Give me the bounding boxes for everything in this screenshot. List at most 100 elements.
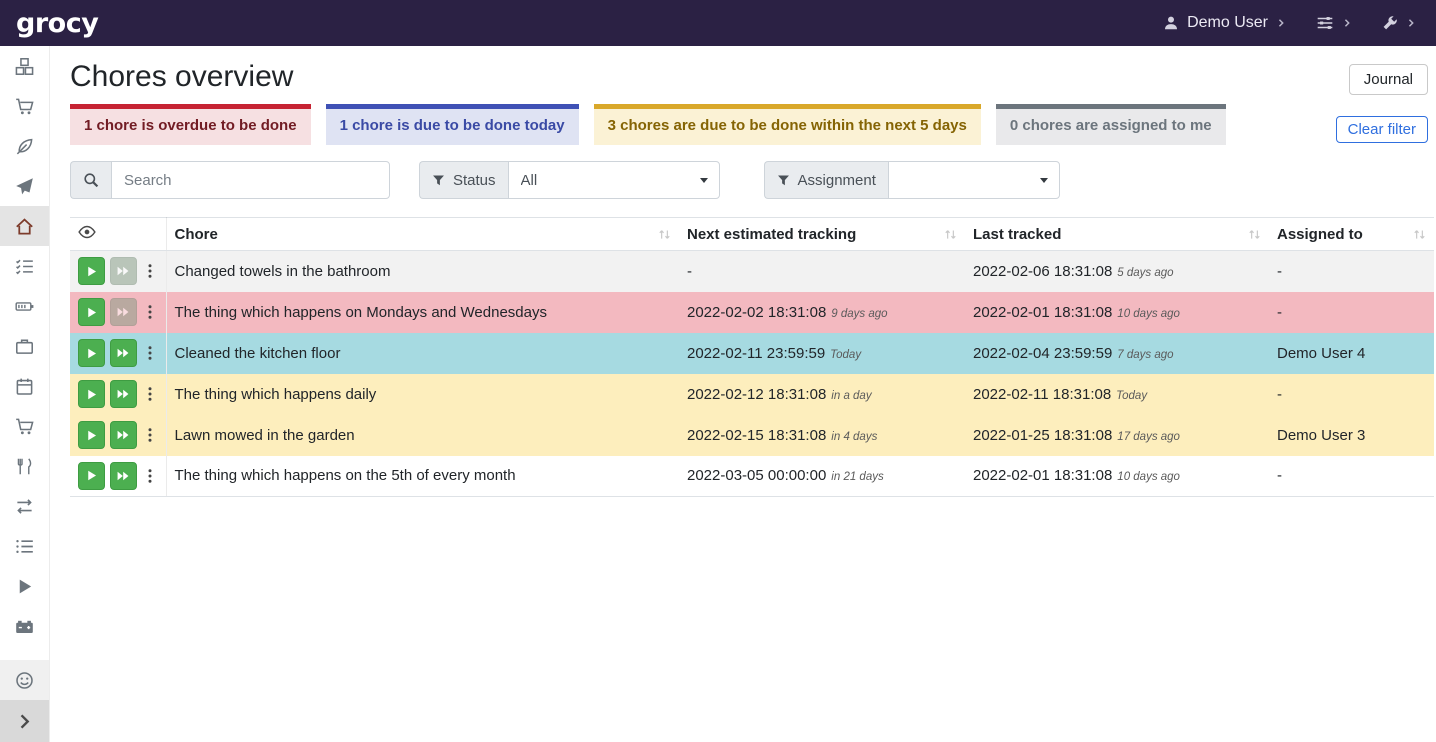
sidebar-item-chore-tracking[interactable]: [0, 566, 49, 606]
chore-name: The thing which happens on the 5th of ev…: [166, 456, 679, 497]
last-tracked-cell: 2022-02-01 18:31:0810 days ago: [965, 456, 1269, 497]
play-icon: [85, 429, 98, 442]
header-last-tracked[interactable]: Last tracked: [965, 218, 1269, 251]
ellipsis-vertical-icon: [142, 263, 158, 279]
paper-plane-icon: [15, 177, 34, 196]
header-next-estimated-tracking[interactable]: Next estimated tracking: [679, 218, 965, 251]
filter-icon: [432, 174, 445, 187]
status-banner-secondary[interactable]: 0 chores are assigned to me: [996, 104, 1226, 145]
fast-forward-icon: [116, 469, 130, 483]
header-chore[interactable]: Chore: [166, 218, 679, 251]
row-menu-button[interactable]: [142, 380, 158, 408]
next-tracking-cell: 2022-02-12 18:31:08in a day: [679, 374, 965, 415]
sidebar-item-recipes[interactable]: [0, 126, 49, 166]
play-icon: [85, 265, 98, 278]
assignment-filter-label: Assignment: [798, 172, 876, 189]
time-ago: Today: [830, 349, 861, 361]
next-tracking-cell: 2022-02-02 18:31:089 days ago: [679, 292, 965, 333]
skip-chore-button[interactable]: [110, 339, 137, 367]
row-menu-button[interactable]: [142, 298, 158, 326]
row-menu-button[interactable]: [142, 257, 158, 285]
chore-row: Cleaned the kitchen floor2022-02-11 23:5…: [70, 333, 1434, 374]
track-chore-button[interactable]: [78, 298, 105, 326]
timestamp: 2022-02-01 18:31:08: [973, 304, 1112, 321]
track-chore-button[interactable]: [78, 339, 105, 367]
user-icon: [1163, 15, 1179, 31]
ellipsis-vertical-icon: [142, 386, 158, 402]
journal-button[interactable]: Journal: [1349, 64, 1428, 95]
row-menu-button[interactable]: [142, 462, 158, 490]
chevron-right-icon: [1276, 18, 1286, 28]
home-icon: [15, 217, 34, 236]
status-banner-warning[interactable]: 3 chores are due to be done within the n…: [594, 104, 981, 145]
status-select-wrap: All: [508, 161, 720, 199]
sidebar-item-tasks[interactable]: [0, 246, 49, 286]
time-ago: in a day: [831, 390, 871, 402]
search-group: [70, 161, 390, 199]
status-banner-info[interactable]: 1 chore is due to be done today: [326, 104, 579, 145]
sidebar-item-inventory[interactable]: [0, 526, 49, 566]
chevron-right-icon: [1406, 18, 1416, 28]
assignment-select[interactable]: [888, 161, 1060, 199]
sidebar-item-collapse-sidebar[interactable]: [0, 700, 49, 742]
skip-chore-button[interactable]: [110, 421, 137, 449]
status-select[interactable]: All: [508, 161, 720, 199]
settings-menu[interactable]: [1316, 14, 1352, 32]
user-menu[interactable]: Demo User: [1163, 14, 1286, 32]
skip-chore-button[interactable]: [110, 380, 137, 408]
next-tracking-cell: 2022-03-05 00:00:00in 21 days: [679, 456, 965, 497]
track-chore-button[interactable]: [78, 257, 105, 285]
top-navbar: grocy Demo User: [0, 0, 1436, 46]
checklist-icon: [15, 257, 34, 276]
list-icon: [15, 537, 34, 556]
chore-name: Lawn mowed in the garden: [166, 415, 679, 456]
last-tracked-cell: 2022-01-25 18:31:0817 days ago: [965, 415, 1269, 456]
timestamp: 2022-02-15 18:31:08: [687, 427, 826, 444]
track-chore-button[interactable]: [78, 380, 105, 408]
column-visibility-header[interactable]: [70, 218, 166, 251]
fast-forward-icon: [116, 264, 130, 278]
exchange-icon: [15, 497, 34, 516]
play-icon: [15, 577, 34, 596]
admin-menu[interactable]: [1382, 15, 1416, 31]
search-icon: [83, 172, 99, 188]
grocy-logo[interactable]: grocy: [16, 8, 98, 39]
track-chore-button[interactable]: [78, 462, 105, 490]
status-banners: 1 chore is overdue to be done 1 chore is …: [70, 104, 1226, 145]
sidebar-item-stock-overview[interactable]: [0, 46, 49, 86]
fast-forward-icon: [116, 346, 130, 360]
sidebar-item-battery-tracking[interactable]: [0, 606, 49, 646]
assignment-filter-addon: Assignment: [764, 161, 888, 199]
row-menu-button[interactable]: [142, 421, 158, 449]
sidebar-item-equipment[interactable]: [0, 326, 49, 366]
main-content: Chores overview Journal 1 chore is overd…: [50, 46, 1436, 742]
assignment-select-wrap: [888, 161, 1060, 199]
chore-row: The thing which happens on Mondays and W…: [70, 292, 1434, 333]
track-chore-button[interactable]: [78, 421, 105, 449]
sidebar-item-transfer[interactable]: [0, 486, 49, 526]
table-header-row: Chore Next estimated tracking Last track…: [70, 218, 1434, 251]
next-tracking-cell: -: [679, 251, 965, 292]
clear-filter-button[interactable]: Clear filter: [1336, 116, 1428, 143]
skip-chore-button[interactable]: [110, 462, 137, 490]
user-menu-label: Demo User: [1187, 14, 1268, 32]
car-battery-icon: [15, 617, 34, 636]
search-input[interactable]: [111, 161, 390, 199]
status-banner-danger[interactable]: 1 chore is overdue to be done: [70, 104, 311, 145]
feather-icon: [15, 137, 34, 156]
sidebar-item-purchase[interactable]: [0, 406, 49, 446]
sidebar-item-shopping-list[interactable]: [0, 86, 49, 126]
row-menu-button[interactable]: [142, 339, 158, 367]
sidebar-item-calendar[interactable]: [0, 366, 49, 406]
sidebar-item-batteries-overview[interactable]: [0, 286, 49, 326]
assignment-filter-group: Assignment: [764, 161, 1060, 199]
sidebar-item-user-menu[interactable]: [0, 660, 49, 700]
chore-name: The thing which happens daily: [166, 374, 679, 415]
sidebar-item-chores-overview[interactable]: [0, 206, 49, 246]
sidebar-item-meal-plan[interactable]: [0, 166, 49, 206]
smiley-icon: [15, 671, 34, 690]
header-assigned-to[interactable]: Assigned to: [1269, 218, 1434, 251]
chore-name: The thing which happens on Mondays and W…: [166, 292, 679, 333]
assigned-to-cell: -: [1269, 456, 1434, 497]
sidebar-item-consume[interactable]: [0, 446, 49, 486]
